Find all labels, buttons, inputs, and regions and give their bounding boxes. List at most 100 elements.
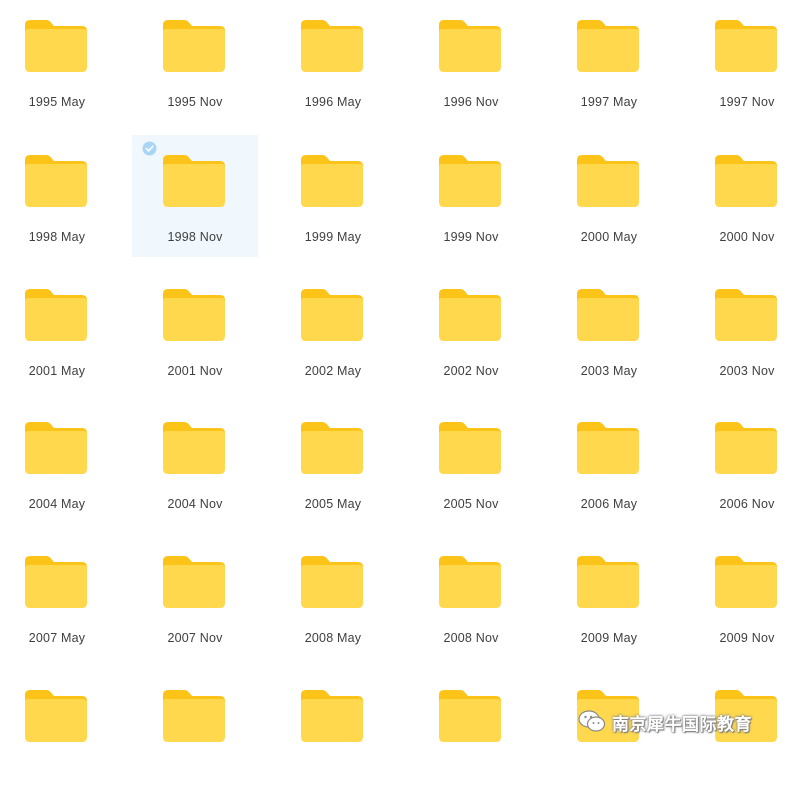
folder-label: 2007 Nov xyxy=(167,631,223,645)
folder-item[interactable]: 2000 May xyxy=(546,135,672,257)
folder-label: 2004 Nov xyxy=(167,497,223,511)
folder-icon xyxy=(301,422,363,474)
folder-icon xyxy=(439,155,501,207)
folder-icon xyxy=(163,690,225,742)
folder-item[interactable]: 2004 May xyxy=(0,402,120,524)
folder-item[interactable]: 1999 May xyxy=(270,135,396,257)
folder-item[interactable]: 2008 May xyxy=(270,536,396,658)
folder-label: 1996 May xyxy=(304,95,362,109)
folder-icon xyxy=(439,20,501,72)
folder-item[interactable]: 1997 May xyxy=(546,0,672,122)
folder-icon xyxy=(715,289,777,341)
folder-icon xyxy=(25,556,87,608)
folder-label: 2002 Nov xyxy=(443,364,499,378)
folder-label: 2009 Nov xyxy=(719,631,775,645)
folder-icon xyxy=(301,20,363,72)
folder-item[interactable]: 1996 May xyxy=(270,0,396,122)
folder-label: 1997 May xyxy=(580,95,638,109)
folder-icon xyxy=(715,155,777,207)
folder-label: 1997 Nov xyxy=(719,95,775,109)
folder-icon xyxy=(577,20,639,72)
folder-item[interactable]: 2001 May xyxy=(0,269,120,391)
folder-item[interactable]: 2009 Nov xyxy=(684,536,792,658)
folder-icon xyxy=(25,690,87,742)
folder-icon xyxy=(439,422,501,474)
folder-icon xyxy=(715,20,777,72)
folder-icon xyxy=(439,289,501,341)
folder-item[interactable] xyxy=(684,670,792,792)
folder-label: 2006 May xyxy=(580,497,638,511)
folder-label: 1999 Nov xyxy=(443,230,499,244)
folder-item[interactable] xyxy=(132,670,258,792)
folder-label: 2008 Nov xyxy=(443,631,499,645)
check-circle-icon[interactable] xyxy=(142,141,157,156)
folder-label: 2005 Nov xyxy=(443,497,499,511)
folder-label: 2005 May xyxy=(304,497,362,511)
folder-item[interactable]: 2005 Nov xyxy=(408,402,534,524)
folder-item[interactable]: 1995 Nov xyxy=(132,0,258,122)
folder-item[interactable]: 2003 Nov xyxy=(684,269,792,391)
folder-label: 1996 Nov xyxy=(443,95,499,109)
folder-item[interactable]: 2006 Nov xyxy=(684,402,792,524)
folder-item[interactable]: 1998 Nov xyxy=(132,135,258,257)
folder-icon xyxy=(715,690,777,742)
folder-label: 1998 Nov xyxy=(167,230,223,244)
folder-item[interactable]: 2003 May xyxy=(546,269,672,391)
folder-item[interactable]: 2002 May xyxy=(270,269,396,391)
folder-icon xyxy=(577,556,639,608)
folder-icon xyxy=(163,20,225,72)
folder-item[interactable]: 2007 Nov xyxy=(132,536,258,658)
folder-label: 2003 May xyxy=(580,364,638,378)
folder-icon xyxy=(301,556,363,608)
folder-label: 2004 May xyxy=(28,497,86,511)
folder-icon xyxy=(163,556,225,608)
folder-item[interactable]: 1997 Nov xyxy=(684,0,792,122)
folder-item[interactable]: 2004 Nov xyxy=(132,402,258,524)
folder-label: 2000 May xyxy=(580,230,638,244)
folder-label: 1998 May xyxy=(28,230,86,244)
folder-icon xyxy=(439,556,501,608)
folder-item[interactable]: 1999 Nov xyxy=(408,135,534,257)
folder-item[interactable]: 1996 Nov xyxy=(408,0,534,122)
folder-icon xyxy=(577,155,639,207)
folder-item[interactable]: 2006 May xyxy=(546,402,672,524)
folder-item[interactable] xyxy=(546,670,672,792)
folder-label: 2001 May xyxy=(28,364,86,378)
folder-item[interactable]: 2007 May xyxy=(0,536,120,658)
folder-icon xyxy=(163,289,225,341)
folder-label: 2003 Nov xyxy=(719,364,775,378)
folder-icon xyxy=(25,422,87,474)
folder-icon xyxy=(715,556,777,608)
folder-item[interactable]: 2002 Nov xyxy=(408,269,534,391)
folder-item[interactable]: 2005 May xyxy=(270,402,396,524)
folder-item[interactable]: 2009 May xyxy=(546,536,672,658)
folder-icon xyxy=(25,20,87,72)
folder-grid: 1995 May 1995 Nov 1996 May 1996 Nov 1997 May… xyxy=(0,0,792,756)
folder-label: 2001 Nov xyxy=(167,364,223,378)
folder-label: 2008 May xyxy=(304,631,362,645)
folder-icon xyxy=(25,155,87,207)
folder-label: 2009 May xyxy=(580,631,638,645)
folder-label: 2002 May xyxy=(304,364,362,378)
folder-icon xyxy=(577,422,639,474)
folder-icon xyxy=(301,155,363,207)
folder-item[interactable]: 1998 May xyxy=(0,135,120,257)
folder-label: 2006 Nov xyxy=(719,497,775,511)
folder-item[interactable]: 1995 May xyxy=(0,0,120,122)
folder-icon xyxy=(163,422,225,474)
folder-item[interactable]: 2000 Nov xyxy=(684,135,792,257)
folder-item[interactable] xyxy=(270,670,396,792)
folder-item[interactable] xyxy=(408,670,534,792)
folder-item[interactable] xyxy=(0,670,120,792)
folder-icon xyxy=(715,422,777,474)
folder-label: 1999 May xyxy=(304,230,362,244)
folder-icon xyxy=(25,289,87,341)
folder-item[interactable]: 2008 Nov xyxy=(408,536,534,658)
folder-icon xyxy=(439,690,501,742)
folder-label: 2007 May xyxy=(28,631,86,645)
folder-icon xyxy=(301,289,363,341)
folder-icon xyxy=(577,690,639,742)
folder-label: 1995 May xyxy=(28,95,86,109)
folder-item[interactable]: 2001 Nov xyxy=(132,269,258,391)
folder-label: 1995 Nov xyxy=(167,95,223,109)
